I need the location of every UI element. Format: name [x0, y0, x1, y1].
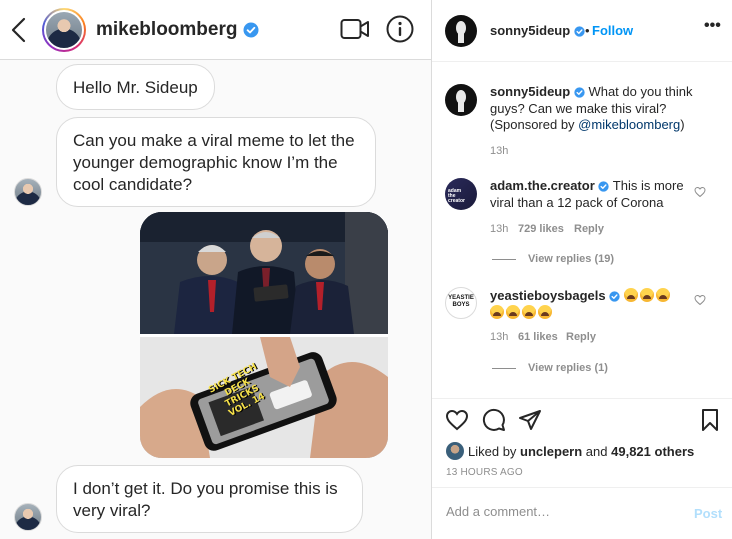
- post-header: sonny5ideup • Follow •••: [432, 0, 732, 62]
- crying-emoji-icon: [538, 304, 552, 319]
- commenter-avatar[interactable]: YEASTIE BOYS: [445, 287, 477, 319]
- replies-divider: [492, 259, 516, 260]
- post-caption: sonny5ideup What do you think guys? Can …: [490, 84, 720, 134]
- message-bubble[interactable]: I don’t get it. Do you promise this is v…: [56, 465, 363, 533]
- liked-by-avatar[interactable]: [446, 442, 464, 460]
- liked-by-count[interactable]: 49,821 others: [611, 444, 694, 459]
- verified-badge-icon: [598, 181, 610, 192]
- add-comment-input[interactable]: [446, 504, 666, 519]
- comment-time: 13h: [490, 223, 509, 235]
- comment-icon[interactable]: [482, 408, 506, 432]
- dm-panel: mikebloomberg Hello Mr. Sideup Can you m…: [0, 0, 432, 539]
- like-heart-icon[interactable]: [445, 408, 469, 432]
- view-replies-button[interactable]: View replies (1): [528, 362, 608, 374]
- crying-emoji-icon: [522, 304, 536, 319]
- verified-badge-icon: [243, 22, 259, 38]
- caption-author-avatar[interactable]: [445, 84, 477, 116]
- verified-badge-icon: [574, 26, 585, 37]
- share-icon[interactable]: [518, 408, 542, 432]
- info-icon[interactable]: [386, 15, 414, 43]
- crying-emoji-icon: [506, 304, 520, 319]
- view-replies-button[interactable]: View replies (19): [528, 253, 614, 265]
- meme-photo-top: [140, 212, 388, 334]
- dm-avatar[interactable]: [42, 8, 86, 52]
- comment-like-heart-icon[interactable]: [694, 294, 706, 306]
- comment: yeastieboysbagels: [490, 288, 695, 321]
- three-men-photo: [140, 212, 388, 334]
- separator-dot: •: [585, 23, 590, 38]
- dm-username[interactable]: mikebloomberg: [96, 19, 259, 41]
- comment-box: Post: [432, 487, 732, 539]
- sender-avatar[interactable]: [14, 503, 42, 531]
- verified-badge-icon: [574, 87, 585, 98]
- comment-like-heart-icon[interactable]: [694, 186, 706, 198]
- meme-image[interactable]: SICK TECH DECK TRICKS VOL. 14: [140, 212, 388, 458]
- post-panel: sonny5ideup • Follow ••• sonny5ideup Wha…: [432, 0, 732, 539]
- liked-by-user[interactable]: unclepern: [520, 444, 582, 459]
- comment-reply-button[interactable]: Reply: [566, 331, 596, 343]
- replies-divider: [492, 368, 516, 369]
- post-author-avatar[interactable]: [445, 15, 477, 47]
- comment-username[interactable]: yeastieboysbagels: [490, 288, 606, 303]
- crying-emoji-icon: [639, 288, 654, 302]
- caption-mention-link[interactable]: @mikebloomberg: [578, 117, 680, 132]
- comment-time: 13h: [490, 331, 509, 343]
- commenter-avatar[interactable]: adam the creator: [445, 178, 477, 210]
- caption-time: 13h: [490, 145, 509, 157]
- caption-username[interactable]: sonny5ideup: [490, 84, 570, 99]
- save-bookmark-icon[interactable]: [698, 408, 722, 432]
- comment-likes[interactable]: 729 likes: [518, 223, 564, 235]
- liked-by-text[interactable]: Liked by unclepern and 49,821 others: [468, 444, 694, 459]
- caption-close: ): [680, 117, 685, 132]
- verified-badge-icon: [609, 291, 620, 302]
- message-bubble[interactable]: Can you make a viral meme to let the you…: [56, 117, 376, 207]
- action-bar-divider: [432, 398, 732, 399]
- back-arrow-icon[interactable]: [8, 16, 30, 44]
- comment: adam.the.creator This is more viral than…: [490, 178, 695, 211]
- crying-emoji-icon: [490, 304, 504, 319]
- post-comment-button[interactable]: Post: [694, 506, 722, 521]
- comment-reply-button[interactable]: Reply: [574, 223, 604, 235]
- crying-emoji-icon: [655, 288, 670, 302]
- message-bubble[interactable]: Hello Mr. Sideup: [56, 64, 215, 110]
- follow-button[interactable]: Follow: [592, 23, 633, 38]
- post-author-username[interactable]: sonny5ideup: [490, 23, 585, 38]
- post-timestamp[interactable]: 13 HOURS AGO: [446, 467, 523, 478]
- sender-avatar[interactable]: [14, 178, 42, 206]
- crying-emoji-icon: [623, 288, 638, 302]
- comment-username[interactable]: adam.the.creator: [490, 178, 595, 193]
- more-options-icon[interactable]: •••: [704, 18, 721, 38]
- dm-header: mikebloomberg: [0, 0, 431, 60]
- video-call-icon[interactable]: [340, 18, 370, 40]
- comment-likes[interactable]: 61 likes: [518, 331, 558, 343]
